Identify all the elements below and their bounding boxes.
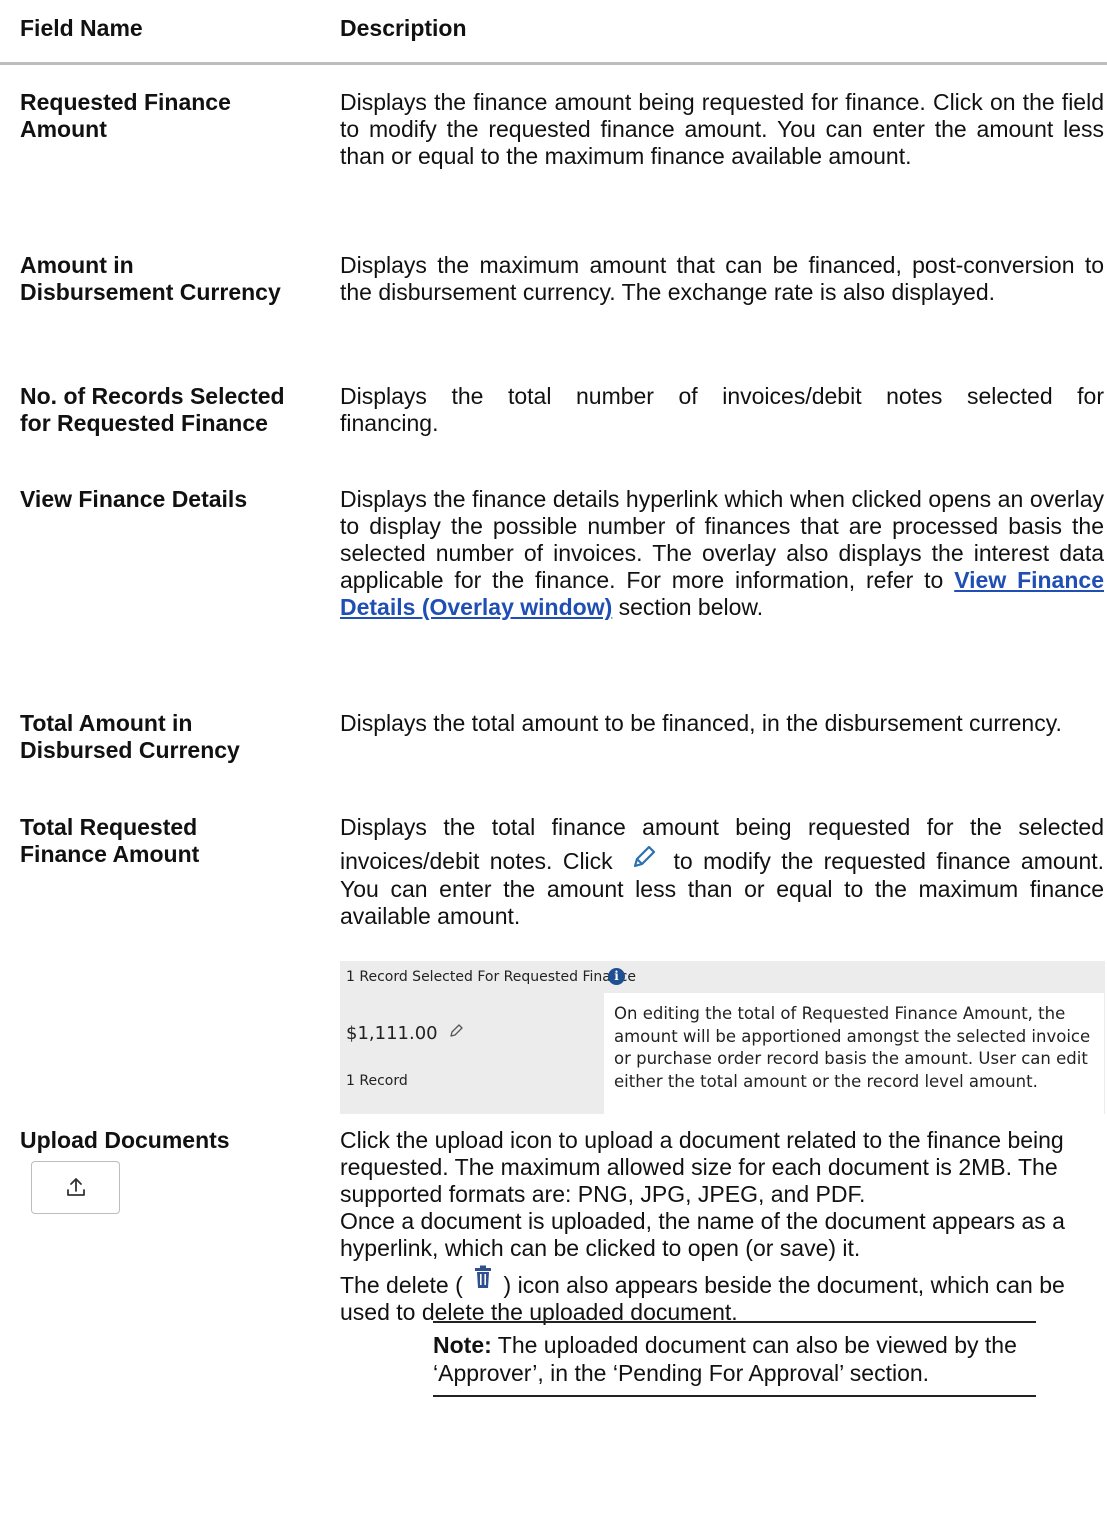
- field-amount-in-disbursement-currency: Amount in Disbursement Currency: [20, 252, 340, 306]
- trash-icon: [473, 1265, 493, 1295]
- header-field-name: Field Name: [20, 15, 143, 41]
- field-name-line1: Total Requested: [20, 814, 198, 840]
- desc-view-finance-details: Displays the finance details hyperlink w…: [340, 486, 1104, 621]
- tooltip-text: On editing the total of Requested Financ…: [614, 1004, 1091, 1091]
- total-amount-value: $1,111.00: [346, 1023, 464, 1044]
- desc-requested-finance-amount: Displays the finance amount being reques…: [340, 89, 1104, 169]
- note-bottom-rule: [433, 1395, 1036, 1397]
- desc-line2: financing.: [340, 410, 439, 436]
- upload-icon: [66, 1176, 86, 1203]
- amount-text: $1,111.00: [346, 1023, 438, 1044]
- field-name-line1: Amount in: [20, 252, 134, 278]
- tooltip: On editing the total of Requested Financ…: [604, 993, 1104, 1114]
- desc-total-requested-finance-amount: Displays the total finance amount being …: [340, 814, 1104, 930]
- field-name-line2: Finance Amount: [20, 841, 200, 867]
- field-requested-finance-amount: Requested Finance Amount: [20, 89, 231, 142]
- desc-line1: Displays the total number of invoices/de…: [340, 383, 1104, 409]
- field-name-line1: No. of Records Selected: [20, 383, 285, 409]
- desc-text: invoices/debit notes. Click: [340, 848, 613, 874]
- header-description: Description: [340, 15, 467, 41]
- note-text-block: Note: The uploaded document can also be …: [433, 1323, 1036, 1395]
- note-label: Note:: [433, 1332, 492, 1358]
- upload-desc-1: Click the upload icon to upload a docume…: [340, 1127, 1064, 1207]
- info-icon[interactable]: i: [608, 968, 625, 985]
- field-name-line2: for Requested Finance: [20, 410, 268, 436]
- desc-total-amount-disbursed-currency: Displays the total amount to be financed…: [340, 710, 1062, 736]
- field-name-line1: Total Amount in: [20, 710, 193, 736]
- field-records-selected: No. of Records Selected for Requested Fi…: [20, 383, 340, 437]
- records-selected-label: 1 Record Selected For Requested Finance: [346, 969, 637, 985]
- records-count: 1 Record: [346, 1073, 408, 1089]
- desc-amount-in-disbursement-currency: Displays the maximum amount that can be …: [340, 252, 1104, 305]
- requested-finance-screenshot: 1 Record Selected For Requested Finance …: [340, 961, 1105, 1114]
- desc-text-post: section below.: [618, 594, 764, 620]
- desc-line1: Displays the total finance amount being …: [340, 814, 1104, 840]
- desc-upload-documents: Click the upload icon to upload a docume…: [340, 1127, 1104, 1326]
- pencil-icon[interactable]: [449, 1022, 464, 1043]
- upload-button[interactable]: [31, 1161, 120, 1214]
- note-box: Note: The uploaded document can also be …: [433, 1321, 1036, 1397]
- field-name-line2: Disbursement Currency: [20, 279, 281, 305]
- header-rule: [0, 62, 1107, 65]
- field-name-line2: Disbursed Currency: [20, 737, 240, 763]
- upload-desc-3-pre: The delete (: [340, 1272, 463, 1298]
- field-upload-documents: Upload Documents: [20, 1127, 230, 1153]
- field-total-amount-disbursed-currency: Total Amount in Disbursed Currency: [20, 710, 340, 764]
- upload-desc-2: Once a document is uploaded, the name of…: [340, 1208, 1065, 1261]
- desc-records-selected: Displays the total number of invoices/de…: [340, 383, 1104, 437]
- field-view-finance-details: View Finance Details: [20, 486, 248, 512]
- field-total-requested-finance-amount: Total Requested Finance Amount: [20, 814, 340, 868]
- note-text: The uploaded document can also be viewed…: [433, 1332, 1017, 1386]
- pencil-icon: [631, 842, 657, 876]
